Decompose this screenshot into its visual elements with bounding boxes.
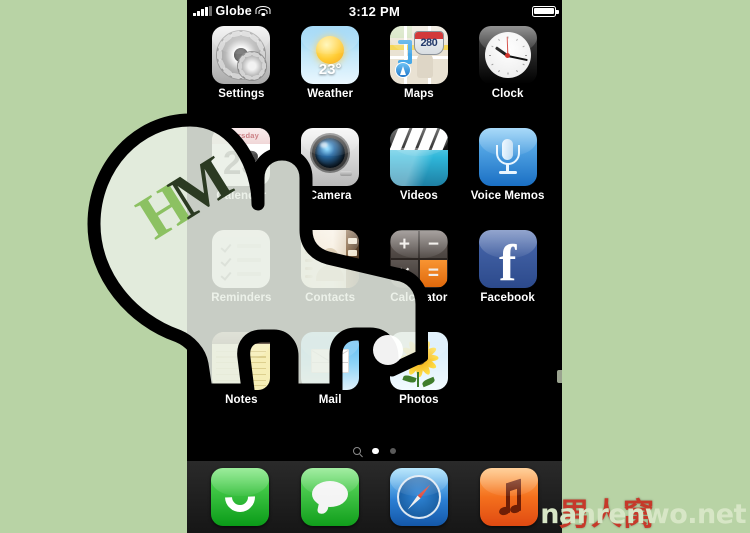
page-dot-1[interactable] — [372, 447, 379, 455]
weather-sun-icon[interactable]: 23° — [301, 26, 360, 84]
contacts-book-icon[interactable] — [301, 230, 360, 288]
app-label: Calculator — [390, 292, 448, 304]
safari-compass-icon[interactable] — [390, 468, 449, 526]
app-contacts[interactable]: Contacts — [286, 230, 375, 332]
app-reminders[interactable]: Reminders — [197, 230, 286, 332]
app-empty-slot — [463, 332, 552, 434]
app-maps[interactable]: 280 Maps — [375, 26, 464, 128]
screen-edge-nub — [557, 370, 562, 383]
app-row: Settings 23° Weather 280 Maps Clock — [187, 26, 562, 128]
microphone-icon[interactable] — [478, 128, 537, 186]
app-label: Mail — [318, 394, 342, 406]
spotlight-search-icon[interactable] — [353, 447, 361, 455]
calendar-day: 23 — [223, 144, 260, 181]
app-label: Camera — [308, 190, 352, 202]
app-label: Facebook — [480, 292, 535, 304]
app-label: Contacts — [305, 292, 356, 304]
app-row: Notes Mail Photos — [187, 332, 562, 434]
app-label: Maps — [403, 88, 434, 100]
watermark-site-url: nanrenwo.net — [540, 499, 746, 530]
app-label: Settings — [218, 88, 265, 100]
app-calendar[interactable]: Thursday 23 Calendar — [197, 128, 286, 230]
app-camera[interactable]: Camera — [286, 128, 375, 230]
app-label: Weather — [307, 88, 354, 100]
app-label: Reminders — [211, 292, 272, 304]
camera-icon[interactable] — [301, 128, 360, 186]
calc-key-plus: + — [390, 231, 418, 258]
app-label: Clock — [491, 88, 524, 100]
highway-shield: 280 — [413, 31, 444, 55]
status-bar-time: 3:12 PM — [348, 3, 401, 19]
battery-full-icon — [532, 5, 559, 17]
app-notes[interactable]: Notes — [197, 332, 286, 434]
app-row: Reminders Contacts + − × = Calculator f … — [187, 230, 562, 332]
calendar-icon[interactable]: Thursday 23 — [212, 128, 271, 186]
app-row: Thursday 23 Calendar Camera Videos Voice… — [187, 128, 562, 230]
app-voice-memos[interactable]: Voice Memos — [463, 128, 552, 230]
app-mail[interactable]: Mail — [286, 332, 375, 434]
phone-screen: Globe 3:12 PM Settings 23° Weather 280 M… — [187, 0, 562, 533]
messages-bubble-icon[interactable] — [300, 468, 359, 526]
calc-key-times: × — [390, 260, 418, 287]
videos-clapperboard-icon[interactable] — [389, 128, 448, 186]
status-bar-right — [532, 5, 559, 17]
calculator-icon[interactable]: + − × = — [389, 230, 448, 288]
app-clock[interactable]: Clock — [463, 26, 552, 128]
facebook-icon[interactable]: f — [478, 230, 537, 288]
maps-icon[interactable]: 280 — [389, 26, 448, 84]
notes-pad-icon[interactable] — [212, 332, 271, 390]
clock-icon[interactable] — [478, 26, 537, 84]
calc-key-minus: − — [419, 231, 447, 258]
app-label: Calendar — [216, 190, 267, 202]
app-videos[interactable]: Videos — [375, 128, 464, 230]
page-indicator — [187, 443, 562, 459]
music-note-icon[interactable] — [480, 468, 539, 526]
settings-gear-icon[interactable] — [212, 26, 271, 84]
home-screen-grid: Settings 23° Weather 280 Maps Clock Thur… — [187, 26, 562, 434]
app-label: Photos — [399, 394, 439, 406]
status-bar: Globe 3:12 PM — [187, 0, 562, 22]
app-facebook[interactable]: f Facebook — [463, 230, 552, 332]
location-pin-icon — [394, 62, 411, 78]
app-photos[interactable]: Photos — [375, 332, 464, 434]
photos-sunflower-icon[interactable] — [389, 332, 448, 390]
mail-envelope-icon[interactable] — [301, 332, 360, 390]
app-label: Voice Memos — [470, 190, 545, 202]
facebook-f-glyph: f — [498, 235, 517, 288]
app-label: Notes — [225, 394, 258, 406]
app-weather[interactable]: 23° Weather — [286, 26, 375, 128]
screenshot-root: Globe 3:12 PM Settings 23° Weather 280 M… — [0, 0, 750, 533]
calc-key-equals: = — [419, 260, 447, 287]
highway-number: 280 — [420, 37, 438, 49]
app-label: Videos — [399, 190, 438, 202]
app-settings[interactable]: Settings — [197, 26, 286, 128]
app-calculator[interactable]: + − × = Calculator — [375, 230, 464, 332]
reminders-checklist-icon[interactable] — [212, 230, 271, 288]
watermark-chinese: 男人窝 — [559, 497, 655, 533]
page-dot-2[interactable] — [389, 447, 396, 455]
weather-temp: 23° — [318, 61, 342, 78]
phone-handset-icon[interactable] — [210, 468, 269, 526]
dock — [187, 461, 562, 533]
